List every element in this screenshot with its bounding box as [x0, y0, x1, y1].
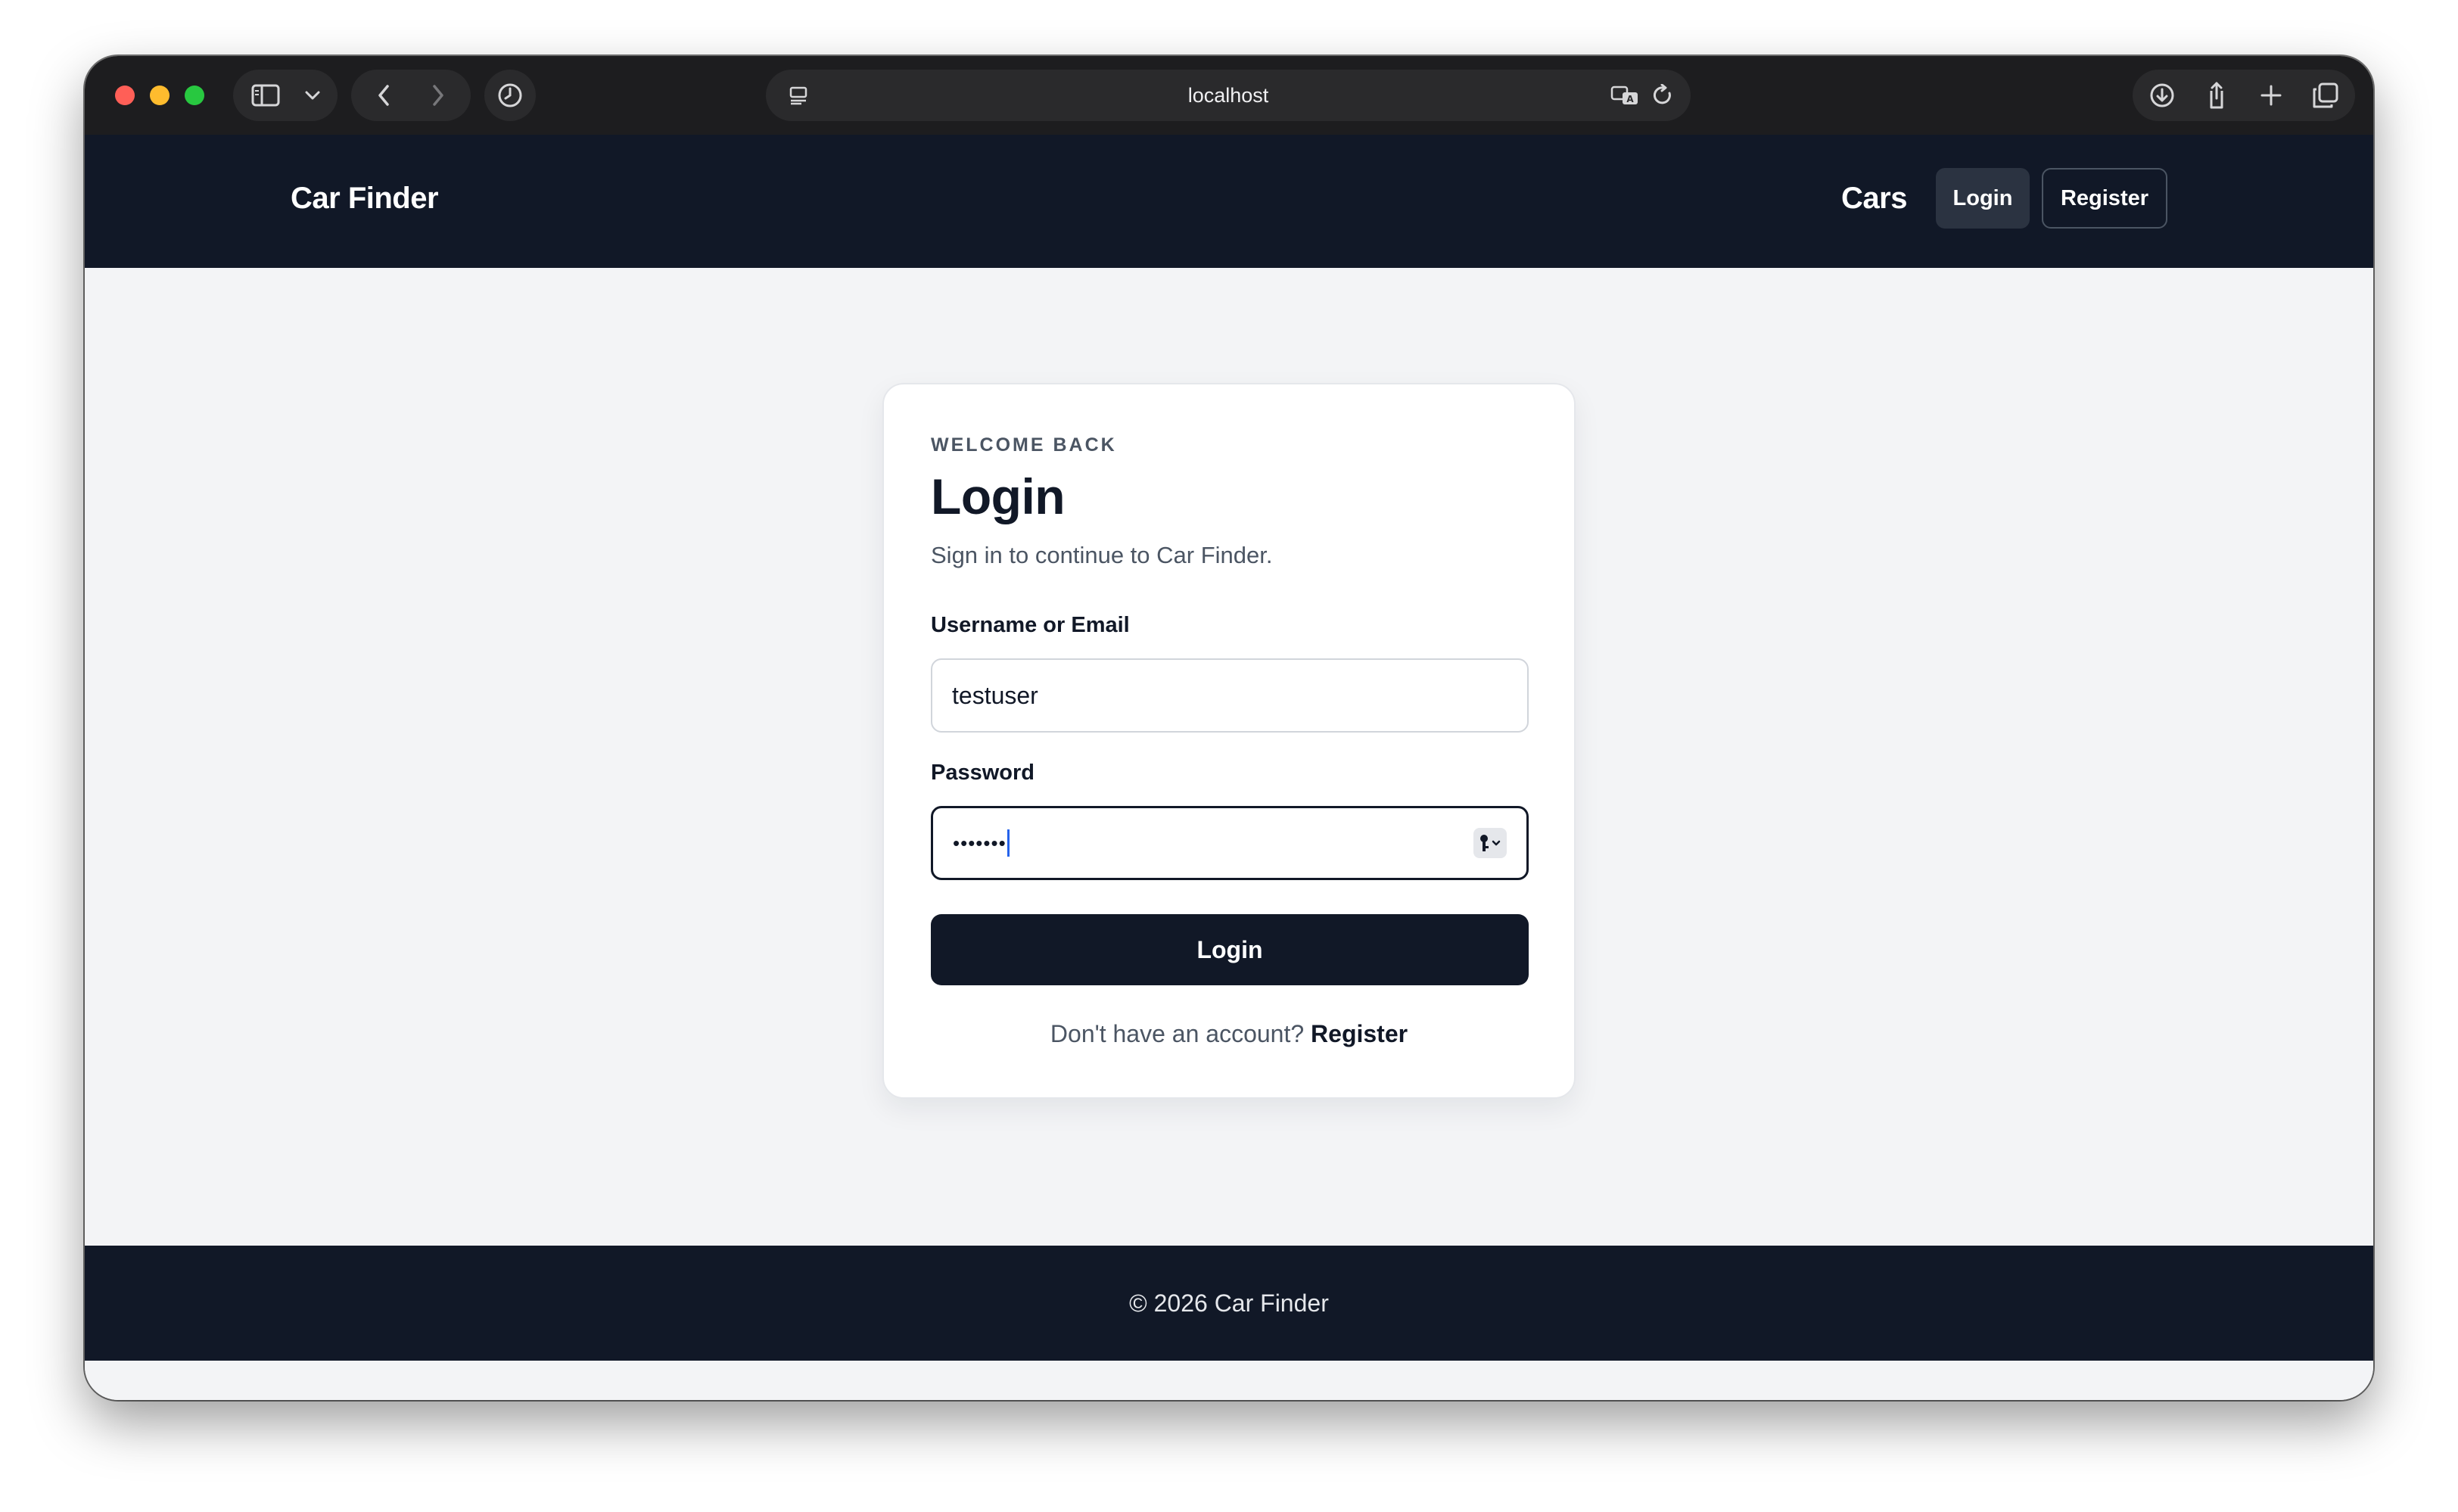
password-value: •••••••: [953, 831, 1007, 854]
nav-cars-link[interactable]: Cars: [1841, 182, 1907, 216]
page-title: Login: [931, 468, 1066, 524]
tab-overview-icon[interactable]: [2307, 76, 2344, 114]
address-bar-actions: A: [1606, 76, 1677, 114]
navigation-controls: [351, 70, 471, 121]
card-eyebrow: WELCOME BACK: [931, 434, 1117, 456]
password-label: Password: [931, 761, 1035, 785]
browser-toolbar: localhost A: [85, 56, 2373, 135]
password-input[interactable]: •••••••: [931, 806, 1529, 880]
page-bottom-area: [85, 1361, 2373, 1400]
nav-register-button[interactable]: Register: [2042, 168, 2167, 229]
browser-window: localhost A Car Finder Cars Login Regist…: [85, 56, 2373, 1400]
username-label: Username or Email: [931, 613, 1130, 637]
nav-login-button[interactable]: Login: [1936, 168, 2030, 229]
card-subtitle: Sign in to continue to Car Finder.: [931, 542, 1273, 568]
login-submit-button[interactable]: Login: [931, 914, 1529, 985]
page-menu-icon[interactable]: [779, 76, 817, 114]
clock-icon[interactable]: [491, 76, 529, 114]
browser-actions: [2133, 70, 2355, 121]
sidebar-icon[interactable]: [247, 76, 285, 114]
register-prompt: Don't have an account? Register: [884, 1020, 1574, 1048]
chevron-down-icon[interactable]: [301, 76, 324, 114]
reload-icon[interactable]: [1650, 76, 1677, 114]
sidebar-controls: [233, 70, 338, 121]
svg-text:A: A: [1626, 94, 1634, 104]
translate-icon[interactable]: A: [1606, 76, 1644, 114]
site-nav: Cars Login Register: [1841, 168, 2167, 229]
login-card: WELCOME BACK Login Sign in to continue t…: [882, 383, 1576, 1099]
window-controls: [115, 86, 204, 105]
url-text: localhost: [1187, 83, 1269, 107]
username-input[interactable]: testuser: [931, 658, 1529, 733]
site-footer: © 2026 Car Finder: [85, 1246, 2373, 1361]
key-icon[interactable]: [1473, 828, 1507, 858]
address-bar[interactable]: localhost A: [766, 70, 1691, 121]
minimize-window-button[interactable]: [150, 86, 170, 105]
chevron-right-icon[interactable]: [419, 76, 457, 114]
chevron-left-icon[interactable]: [365, 76, 403, 114]
text-caret: [1007, 829, 1010, 857]
plus-icon[interactable]: [2252, 76, 2290, 114]
footer-copyright: © 2026 Car Finder: [1129, 1289, 1329, 1317]
close-window-button[interactable]: [115, 86, 135, 105]
username-value: testuser: [952, 681, 1038, 709]
main-content: WELCOME BACK Login Sign in to continue t…: [85, 268, 2373, 1246]
zoom-window-button[interactable]: [185, 86, 204, 105]
register-link[interactable]: Register: [1311, 1020, 1408, 1047]
site-header: Car Finder Cars Login Register: [85, 135, 2373, 268]
share-icon[interactable]: [2198, 76, 2236, 114]
site-brand[interactable]: Car Finder: [291, 182, 439, 216]
register-prompt-text: Don't have an account?: [1050, 1020, 1305, 1047]
download-icon[interactable]: [2143, 76, 2181, 114]
history-control: [484, 70, 536, 121]
